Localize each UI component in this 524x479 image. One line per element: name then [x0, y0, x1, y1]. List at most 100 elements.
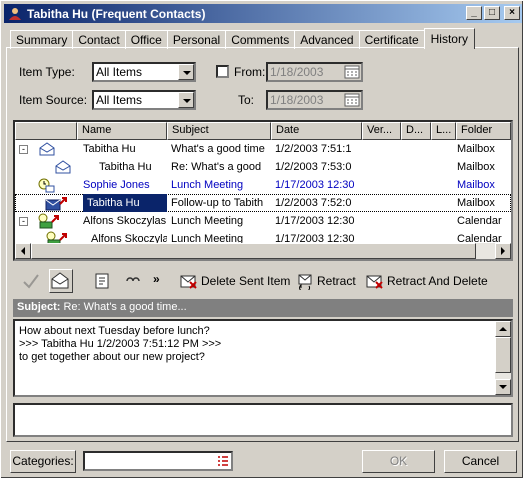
to-label: To:	[238, 93, 255, 107]
envelope-open-icon	[55, 160, 71, 174]
maximize-button[interactable]: □	[484, 6, 500, 20]
arrow-up-icon	[499, 327, 507, 331]
scroll-thumb[interactable]	[495, 337, 511, 373]
table-row-selected[interactable]: Tabitha Hu Follow-up to Tabith 1/2/2003 …	[15, 194, 511, 212]
to-date-field[interactable]: 1/18/2003	[266, 90, 363, 110]
calendar-icon[interactable]	[343, 92, 361, 108]
scroll-left-button[interactable]	[15, 243, 31, 259]
row-folder: Mailbox	[457, 161, 495, 173]
chevron-down-icon[interactable]	[178, 64, 194, 80]
column-header-version[interactable]: Ver...	[362, 122, 401, 140]
subject-label: Subject:	[17, 301, 61, 313]
message-preview[interactable]: How about next Tuesday before lunch? >>>…	[13, 319, 513, 397]
scroll-up-button[interactable]	[495, 321, 511, 337]
scroll-thumb[interactable]	[31, 243, 476, 259]
row-date: 1/17/2003 12:30	[275, 179, 355, 191]
row-name: Tabitha Hu	[83, 194, 167, 212]
notes-area[interactable]	[13, 403, 513, 437]
row-date: 1/2/2003 7:52:0	[275, 197, 352, 209]
column-header-d[interactable]: D...	[401, 122, 431, 140]
properties-button[interactable]	[93, 269, 117, 293]
item-source-value: All Items	[96, 93, 143, 107]
meeting-request-icon	[38, 178, 55, 193]
column-header-icons[interactable]	[15, 122, 77, 140]
row-subject: Re: What's a good	[171, 161, 262, 173]
categories-button[interactable]: Categories:	[10, 450, 76, 473]
tab-history[interactable]: History	[423, 28, 475, 49]
collapse-toggle[interactable]: -	[19, 217, 28, 226]
retract-label: Retract	[317, 274, 356, 288]
to-date-value: 1/18/2003	[270, 93, 324, 107]
minimize-button[interactable]: _	[466, 6, 482, 20]
window-title: Tabitha Hu (Frequent Contacts)	[27, 6, 206, 21]
delete-sent-item-button[interactable]: Delete Sent Item	[179, 269, 290, 293]
cancel-button[interactable]: Cancel	[444, 450, 517, 473]
retract-button[interactable]: Retract	[295, 269, 356, 293]
vertical-scrollbar[interactable]	[495, 321, 511, 395]
envelope-open-icon	[39, 142, 55, 156]
preview-line: How about next Tuesday before lunch?	[19, 325, 210, 337]
column-header-subject[interactable]: Subject	[167, 122, 271, 140]
ok-button[interactable]: OK	[362, 450, 435, 473]
row-name: Tabitha Hu	[83, 143, 136, 155]
row-folder: Mailbox	[457, 197, 495, 209]
row-date: 1/2/2003 7:51:1	[275, 143, 352, 155]
table-row[interactable]: - Tabitha Hu What's a good time 1/2/2003…	[15, 140, 511, 158]
row-subject: What's a good time	[171, 143, 265, 155]
scroll-down-button[interactable]	[495, 379, 511, 395]
chevron-down-icon[interactable]	[178, 92, 194, 108]
arrow-right-icon	[501, 247, 505, 255]
link-icon	[126, 277, 140, 282]
attachments-button[interactable]	[123, 269, 145, 293]
close-button[interactable]: ×	[504, 6, 520, 20]
categories-field[interactable]	[83, 451, 233, 471]
row-date: 1/2/2003 7:53:0	[275, 161, 352, 173]
row-name: Alfons Skoczylas	[83, 215, 167, 227]
from-date-field[interactable]: 1/18/2003	[266, 62, 363, 82]
column-header-name[interactable]: Name	[77, 122, 167, 140]
row-subject: Follow-up to Tabith	[171, 197, 264, 209]
tab-strip: Summary Contact Office Personal Comments…	[10, 28, 475, 49]
row-folder: Mailbox	[457, 143, 495, 155]
arrow-down-icon	[499, 385, 507, 389]
document-icon	[95, 273, 109, 289]
retract-and-delete-label: Retract And Delete	[387, 274, 488, 288]
item-type-select[interactable]: All Items	[92, 62, 196, 82]
item-source-select[interactable]: All Items	[92, 90, 196, 110]
calendar-icon[interactable]	[343, 64, 361, 80]
history-list[interactable]: Name Subject Date Ver... D... L... Folde…	[13, 120, 513, 261]
row-subject: Lunch Meeting	[171, 179, 244, 191]
delete-sent-item-label: Delete Sent Item	[201, 274, 291, 288]
delete-sent-icon	[180, 275, 197, 289]
scroll-right-button[interactable]	[495, 243, 511, 259]
row-folder: Mailbox	[457, 179, 495, 191]
table-row[interactable]: Sophie Jones Lunch Meeting 1/17/2003 12:…	[15, 176, 511, 194]
open-item-button[interactable]	[49, 269, 73, 293]
contact-icon	[9, 7, 21, 20]
column-header-date[interactable]: Date	[271, 122, 362, 140]
column-header-l[interactable]: L...	[431, 122, 456, 140]
history-toolbar: » Delete Sent Item Retract Retract And D…	[13, 267, 513, 297]
horizontal-scrollbar[interactable]	[15, 243, 511, 259]
title-bar: Tabitha Hu (Frequent Contacts) _ □ ×	[4, 4, 522, 23]
table-row[interactable]: Tabitha Hu Re: What's a good 1/2/2003 7:…	[15, 158, 511, 176]
from-date-value: 1/18/2003	[270, 65, 324, 79]
preview-subject-bar: Subject: Re: What's a good time...	[13, 299, 513, 317]
item-source-label: Item Source:	[19, 93, 88, 107]
meeting-icon	[38, 213, 59, 229]
table-row[interactable]: - Alfons Skoczylas Lunch Meeting 1/17/20…	[15, 212, 511, 230]
row-subject: Lunch Meeting	[171, 215, 244, 227]
from-checkbox[interactable]	[216, 65, 229, 78]
retract-and-delete-button[interactable]: Retract And Delete	[365, 269, 488, 293]
subject-value: Re: What's a good time...	[63, 301, 187, 313]
collapse-toggle[interactable]: -	[19, 145, 28, 154]
list-icon[interactable]	[217, 455, 229, 467]
column-header-folder[interactable]: Folder	[456, 122, 511, 140]
envelope-open-icon	[51, 272, 69, 289]
mark-read-button[interactable]	[21, 269, 45, 293]
retract-icon	[298, 274, 312, 290]
row-folder: Calendar	[457, 215, 502, 227]
retract-delete-icon	[366, 275, 383, 289]
toolbar-overflow-button[interactable]: »	[153, 267, 160, 291]
list-header: Name Subject Date Ver... D... L... Folde…	[15, 122, 511, 140]
